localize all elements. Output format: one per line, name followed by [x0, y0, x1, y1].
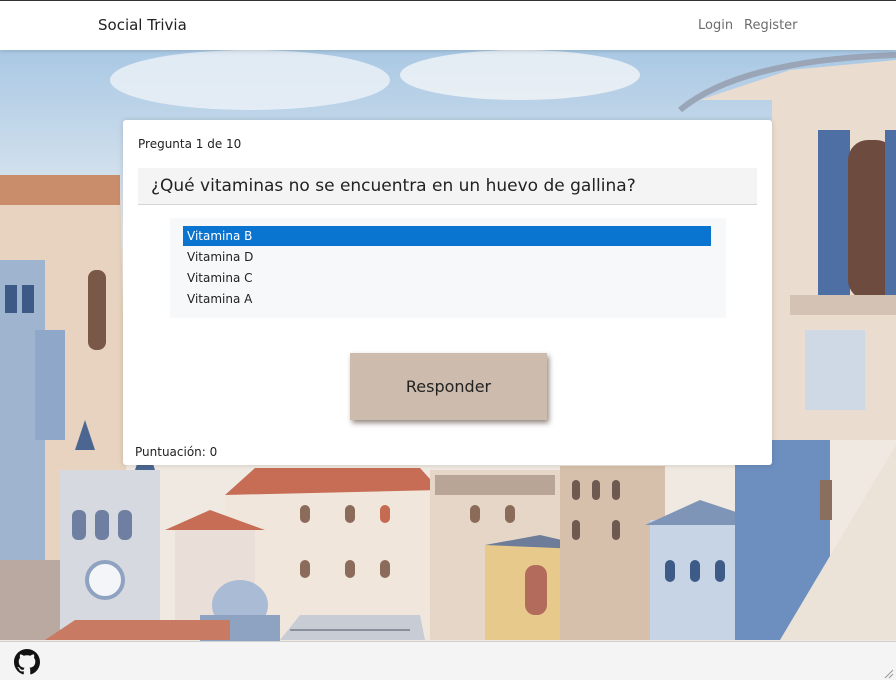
answer-option[interactable]: Vitamina B: [183, 226, 711, 246]
question-card: Pregunta 1 de 10 ¿Qué vitaminas no se en…: [123, 120, 772, 465]
score-label: Puntuación: 0: [135, 445, 218, 459]
github-icon[interactable]: [14, 649, 40, 675]
answer-listbox[interactable]: Vitamina B Vitamina D Vitamina C Vitamin…: [170, 218, 726, 318]
answer-option[interactable]: Vitamina A: [183, 289, 711, 309]
register-link[interactable]: Register: [744, 18, 798, 33]
top-navbar: Social Trivia Login Register: [0, 0, 896, 50]
answer-option[interactable]: Vitamina D: [183, 247, 711, 267]
answer-option[interactable]: Vitamina C: [183, 268, 711, 288]
resize-grip-icon: [884, 669, 894, 679]
question-counter: Pregunta 1 de 10: [138, 137, 242, 151]
submit-answer-button[interactable]: Responder: [350, 353, 547, 420]
footer: [0, 641, 896, 680]
question-header: ¿Qué vitaminas no se encuentra en un hue…: [138, 168, 757, 205]
question-text: ¿Qué vitaminas no se encuentra en un hue…: [151, 176, 636, 196]
page: Social Trivia Login Register Pregunta 1 …: [0, 0, 896, 680]
login-link[interactable]: Login: [698, 18, 733, 33]
brand-title[interactable]: Social Trivia: [98, 16, 187, 34]
